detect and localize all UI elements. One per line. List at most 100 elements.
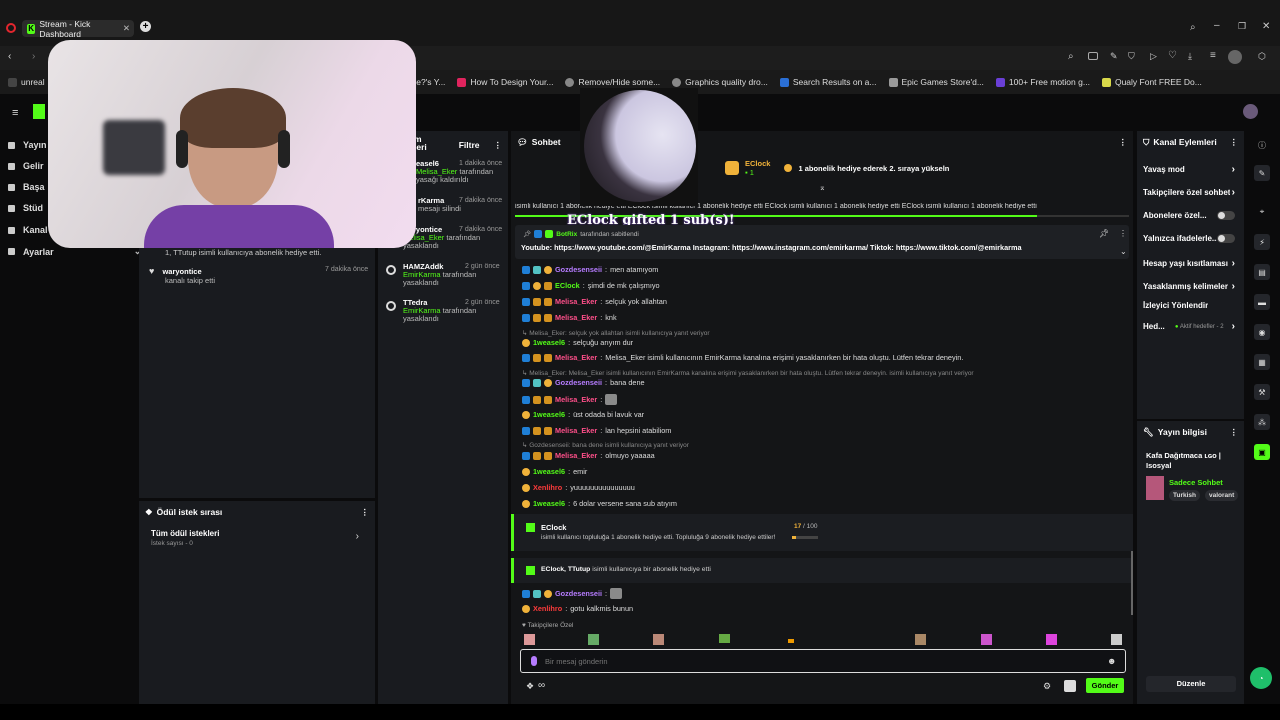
edit-button[interactable]: Düzenle <box>1146 676 1236 692</box>
lightning-icon[interactable]: ⚡︎ <box>1254 234 1270 250</box>
bookmark-design[interactable]: How To Design Your... <box>457 77 553 87</box>
channel-action-item[interactable]: Hed... ● Aktif hedefler - 2 › <box>1143 321 1235 332</box>
broadcast-icon[interactable]: ◉ <box>1254 324 1270 340</box>
tag[interactable]: valorant <box>1205 490 1239 501</box>
more-icon[interactable]: ⋮ <box>1230 137 1239 148</box>
chat-message[interactable]: Gozdesenseii: <box>522 588 623 599</box>
heart-icon[interactable]: ♡ <box>1168 50 1177 61</box>
chat-username[interactable]: 1weasel6 <box>533 410 565 419</box>
play-icon[interactable]: ▷ <box>1150 51 1157 62</box>
profile-avatar[interactable] <box>1228 50 1242 64</box>
category-name[interactable]: Sadece Sohbet <box>1169 478 1223 487</box>
channel-action-item[interactable]: İzleyici Yönlendir <box>1143 301 1235 310</box>
nav-yayin[interactable]: Yayın <box>8 140 47 150</box>
nav-basarimlar[interactable]: Başa <box>8 182 45 192</box>
chat-username[interactable]: Melisa_Eker <box>555 426 597 435</box>
chat-message[interactable]: Melisa_Eker: knk <box>522 313 617 322</box>
nav-kanal[interactable]: Kanal <box>8 225 48 235</box>
more-icon[interactable]: ⋮ <box>494 140 503 151</box>
chat-message-input[interactable] <box>545 654 1085 668</box>
hamburger-icon[interactable]: ≡ <box>12 107 18 119</box>
chat-username[interactable]: Melisa_Eker <box>555 353 597 362</box>
channel-action-item[interactable]: Yavaş mod › <box>1143 164 1235 175</box>
filter-button[interactable]: Filtre <box>459 140 480 150</box>
channel-action-item[interactable]: Abonelere özel... <box>1143 211 1235 220</box>
toggle-switch[interactable] <box>1217 211 1235 220</box>
chat-message[interactable]: Melisa_Eker: olmuyo yaaaaa <box>522 451 655 460</box>
unpin-icon[interactable]: 📌︎ <box>1099 229 1109 238</box>
emote-icon[interactable] <box>915 634 926 645</box>
more-icon[interactable]: ⋮ <box>1119 229 1127 238</box>
emote-icon[interactable] <box>610 588 623 599</box>
send-button[interactable]: Gönder <box>1086 678 1124 693</box>
chat-bubble-icon[interactable]: ▬ <box>1254 294 1270 310</box>
chat-username[interactable]: EClock <box>555 281 580 290</box>
all-reward-requests[interactable]: Tüm ödül istekleri İstek sayısı - 0 › <box>151 529 363 547</box>
share-icon[interactable]: ⁂ <box>1254 414 1270 430</box>
chat-message[interactable]: 1weasel6: selçuğu arıyım dur <box>522 338 633 347</box>
chat-username[interactable]: 1weasel6 <box>533 338 565 347</box>
channel-action-item[interactable]: Hesap yaşı kısıtlaması › <box>1143 258 1235 269</box>
bookmark-font[interactable]: Qualy Font FREE Do... <box>1101 77 1202 87</box>
chat-message[interactable]: Gozdesenseii: men atamıyom <box>522 265 658 274</box>
tab-close-icon[interactable]: ✕ <box>123 23 130 34</box>
opera-logo-icon[interactable] <box>6 23 16 33</box>
search-tabs-icon[interactable]: ⌕ <box>1190 22 1196 33</box>
crosshair-icon[interactable]: ⌖ <box>1254 204 1270 220</box>
chat-message[interactable]: EClock: şimdi de mk çalışmıyo <box>522 281 660 290</box>
bookmark-unreal[interactable]: unreal <box>8 77 45 87</box>
info-icon[interactable]: ⓘ <box>1254 137 1270 153</box>
chat-username[interactable]: Melisa_Eker <box>555 451 597 460</box>
more-icon[interactable]: ⋮ <box>361 507 370 518</box>
nav-gelir[interactable]: Gelir <box>8 161 44 171</box>
badge-icon[interactable] <box>1064 680 1076 692</box>
bookmark-motion[interactable]: 100+ Free motion g... <box>995 77 1090 87</box>
chat-username[interactable]: Xenlihro <box>533 483 562 492</box>
chat-scrollbar[interactable] <box>1131 551 1133 615</box>
nav-studyo[interactable]: Stüd <box>8 203 43 213</box>
maximize-icon[interactable]: ❐ <box>1238 21 1246 32</box>
tag[interactable]: Turkish <box>1169 490 1200 501</box>
bookmark-search-results[interactable]: Search Results on a... <box>779 77 877 87</box>
chat-message[interactable]: Xenlihro: yuuuuuuuuuuuuuuu <box>522 483 635 492</box>
document-icon[interactable]: ▤ <box>1254 264 1270 280</box>
wrench-icon[interactable]: ⚒ <box>1254 384 1270 400</box>
bookmark-remove-hide[interactable]: Remove/Hide some... <box>565 77 660 87</box>
edit-icon[interactable]: ✎ <box>1110 51 1118 62</box>
toggle-switch[interactable] <box>1217 234 1235 243</box>
chat-username[interactable]: Gozdesenseii <box>555 589 602 598</box>
chat-username[interactable]: 1weasel6 <box>533 499 565 508</box>
close-window-icon[interactable]: ✕ <box>1262 21 1270 32</box>
chat-message[interactable]: Gozdesenseii: bana dene <box>522 378 645 387</box>
chat-message[interactable]: Xenlihro: gotu kalkmis bunun <box>522 604 633 613</box>
new-tab-button[interactable]: + <box>140 21 151 32</box>
settings-icon[interactable]: ⚙ <box>1043 681 1051 692</box>
chat-message[interactable]: Melisa_Eker: Melisa_Eker isimli kullanıcı… <box>522 353 963 362</box>
emoji-icon[interactable]: ☻ <box>1107 656 1116 666</box>
chat-message[interactable]: 1weasel6:6 dolar versene sana sub atıyım <box>522 499 677 508</box>
chat-message[interactable]: 1weasel6: emir <box>522 467 587 476</box>
minimize-icon[interactable]: – <box>1214 20 1220 31</box>
emote-icon[interactable] <box>719 634 730 643</box>
app-icon[interactable]: ▣ <box>1254 444 1270 460</box>
forward-icon[interactable]: › <box>32 51 35 62</box>
chat-input-box[interactable]: ☻ <box>520 649 1126 673</box>
reward-icon[interactable]: ❖ <box>526 681 534 692</box>
channel-action-item[interactable]: Yasaklanmış kelimeler › <box>1143 281 1235 292</box>
chat-message[interactable]: Melisa_Eker: lan hepsini atabiliom <box>522 426 671 435</box>
emote-icon[interactable] <box>1111 634 1122 645</box>
expand-icon[interactable]: ⌄ <box>1120 247 1127 256</box>
emote-icon[interactable] <box>524 634 535 645</box>
chat-username[interactable]: 1weasel6 <box>533 467 565 476</box>
bookmark-graphics[interactable]: Graphics quality dro... <box>672 77 768 87</box>
help-fab-icon[interactable]: ◔ <box>1250 667 1272 689</box>
collapse-icon[interactable]: ⌅ <box>819 183 826 192</box>
chat-username[interactable]: Xenlihro <box>533 604 562 613</box>
microphone-icon[interactable] <box>531 656 537 666</box>
back-icon[interactable]: ‹ <box>8 51 11 62</box>
edit-icon[interactable]: ✎ <box>1254 165 1270 181</box>
emote-icon[interactable] <box>1046 634 1057 645</box>
emote-icon[interactable] <box>605 394 618 405</box>
channel-action-item[interactable]: Takipçilere özel sohbet › <box>1143 187 1235 198</box>
layout-icon[interactable]: ▦ <box>1254 354 1270 370</box>
